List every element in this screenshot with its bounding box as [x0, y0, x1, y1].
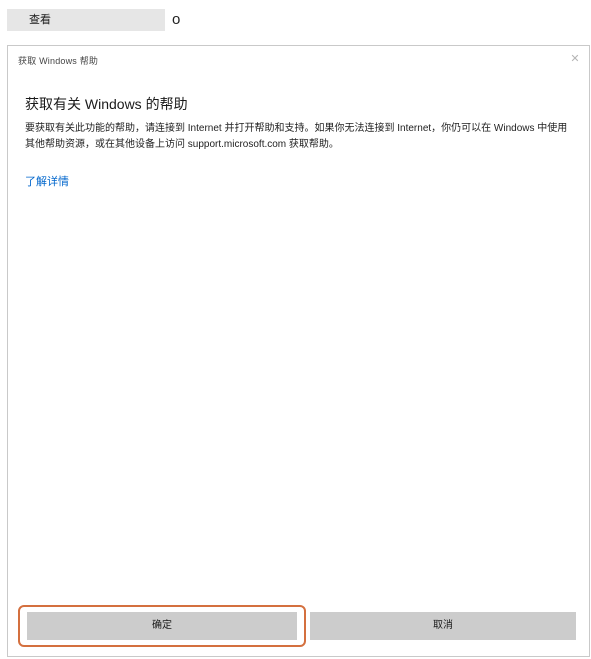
cancel-button[interactable]: 取消: [310, 612, 576, 640]
help-dialog: 获取 Windows 帮助 ✕ 获取有关 Windows 的帮助 要获取有关此功…: [7, 45, 590, 657]
view-button[interactable]: 查看: [7, 9, 165, 31]
dialog-titlebar: 获取 Windows 帮助 ✕: [8, 46, 589, 74]
learn-more-link[interactable]: 了解详情: [25, 173, 69, 189]
dialog-title: 获取 Windows 帮助: [18, 56, 99, 66]
status-indicator-icon: o: [172, 11, 181, 28]
close-icon[interactable]: ✕: [569, 53, 581, 65]
dialog-heading: 获取有关 Windows 的帮助: [25, 96, 188, 112]
top-strip: 查看 o: [0, 0, 591, 40]
ok-button[interactable]: 确定: [27, 612, 297, 640]
dialog-body-text: 要获取有关此功能的帮助，请连接到 Internet 并打开帮助和支持。如果你无法…: [25, 123, 568, 150]
